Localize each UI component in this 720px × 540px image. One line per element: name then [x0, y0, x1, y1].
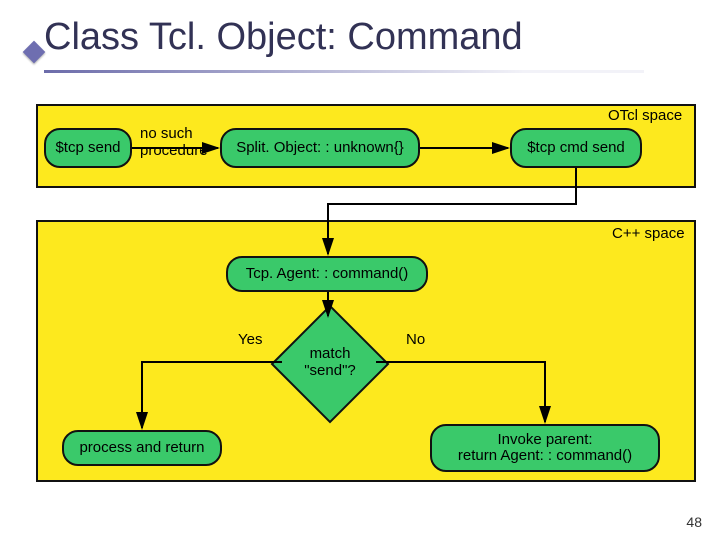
node-split-unknown: Split. Object: : unknown{}	[220, 128, 420, 168]
edge-no-such-line2: procedure	[140, 142, 208, 159]
slide-title: Class Tcl. Object: Command	[44, 16, 523, 59]
node-tcp-cmd-send: $tcp cmd send	[510, 128, 642, 168]
node-invoke-parent: Invoke parent: return Agent: : command()	[430, 424, 660, 472]
accent-square-icon	[23, 41, 46, 64]
node-tcpagent-command: Tcp. Agent: : command()	[226, 256, 428, 292]
invoke-line2: return Agent: : command()	[458, 447, 632, 464]
slide-number: 48	[686, 514, 702, 530]
edge-no-such-line1: no such	[140, 125, 193, 142]
invoke-line1: Invoke parent:	[497, 431, 592, 448]
node-process-return: process and return	[62, 430, 222, 466]
otcl-space-label: OTcl space	[608, 108, 682, 125]
title-underline	[44, 70, 644, 73]
edge-no-label: No	[406, 332, 425, 349]
cpp-space-label: C++ space	[612, 226, 685, 243]
node-tcp-send: $tcp send	[44, 128, 132, 168]
edge-no-such-procedure: no such procedure	[140, 126, 208, 159]
edge-yes-label: Yes	[238, 332, 262, 349]
